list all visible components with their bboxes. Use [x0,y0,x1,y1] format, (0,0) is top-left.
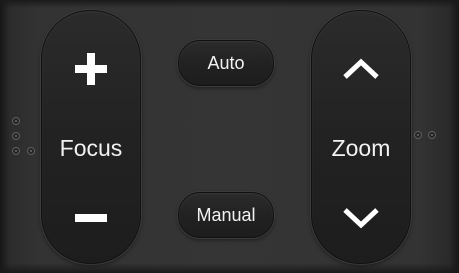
chevron-up-icon [343,58,379,79]
focus-rocker: Focus [41,10,141,264]
focus-decrease-button[interactable] [61,188,121,248]
indicator-dot [12,132,20,140]
chevron-down-icon [343,208,379,229]
auto-button[interactable]: Auto [178,40,274,86]
indicator-dot [414,131,422,139]
focus-increase-button[interactable] [61,39,121,99]
camera-remote-panel: Focus Auto Manual Zoom [0,0,459,273]
zoom-out-button[interactable] [331,188,391,248]
indicator-dot [27,147,35,155]
manual-button[interactable]: Manual [178,192,274,238]
minus-icon [75,214,107,222]
focus-label: Focus [59,135,123,161]
indicator-dot [428,131,436,139]
indicator-dot [12,117,20,125]
zoom-rocker: Zoom [311,10,411,264]
indicator-dot [12,147,20,155]
plus-icon [75,53,107,85]
zoom-label: Zoom [331,135,391,161]
zoom-in-button[interactable] [331,39,391,99]
